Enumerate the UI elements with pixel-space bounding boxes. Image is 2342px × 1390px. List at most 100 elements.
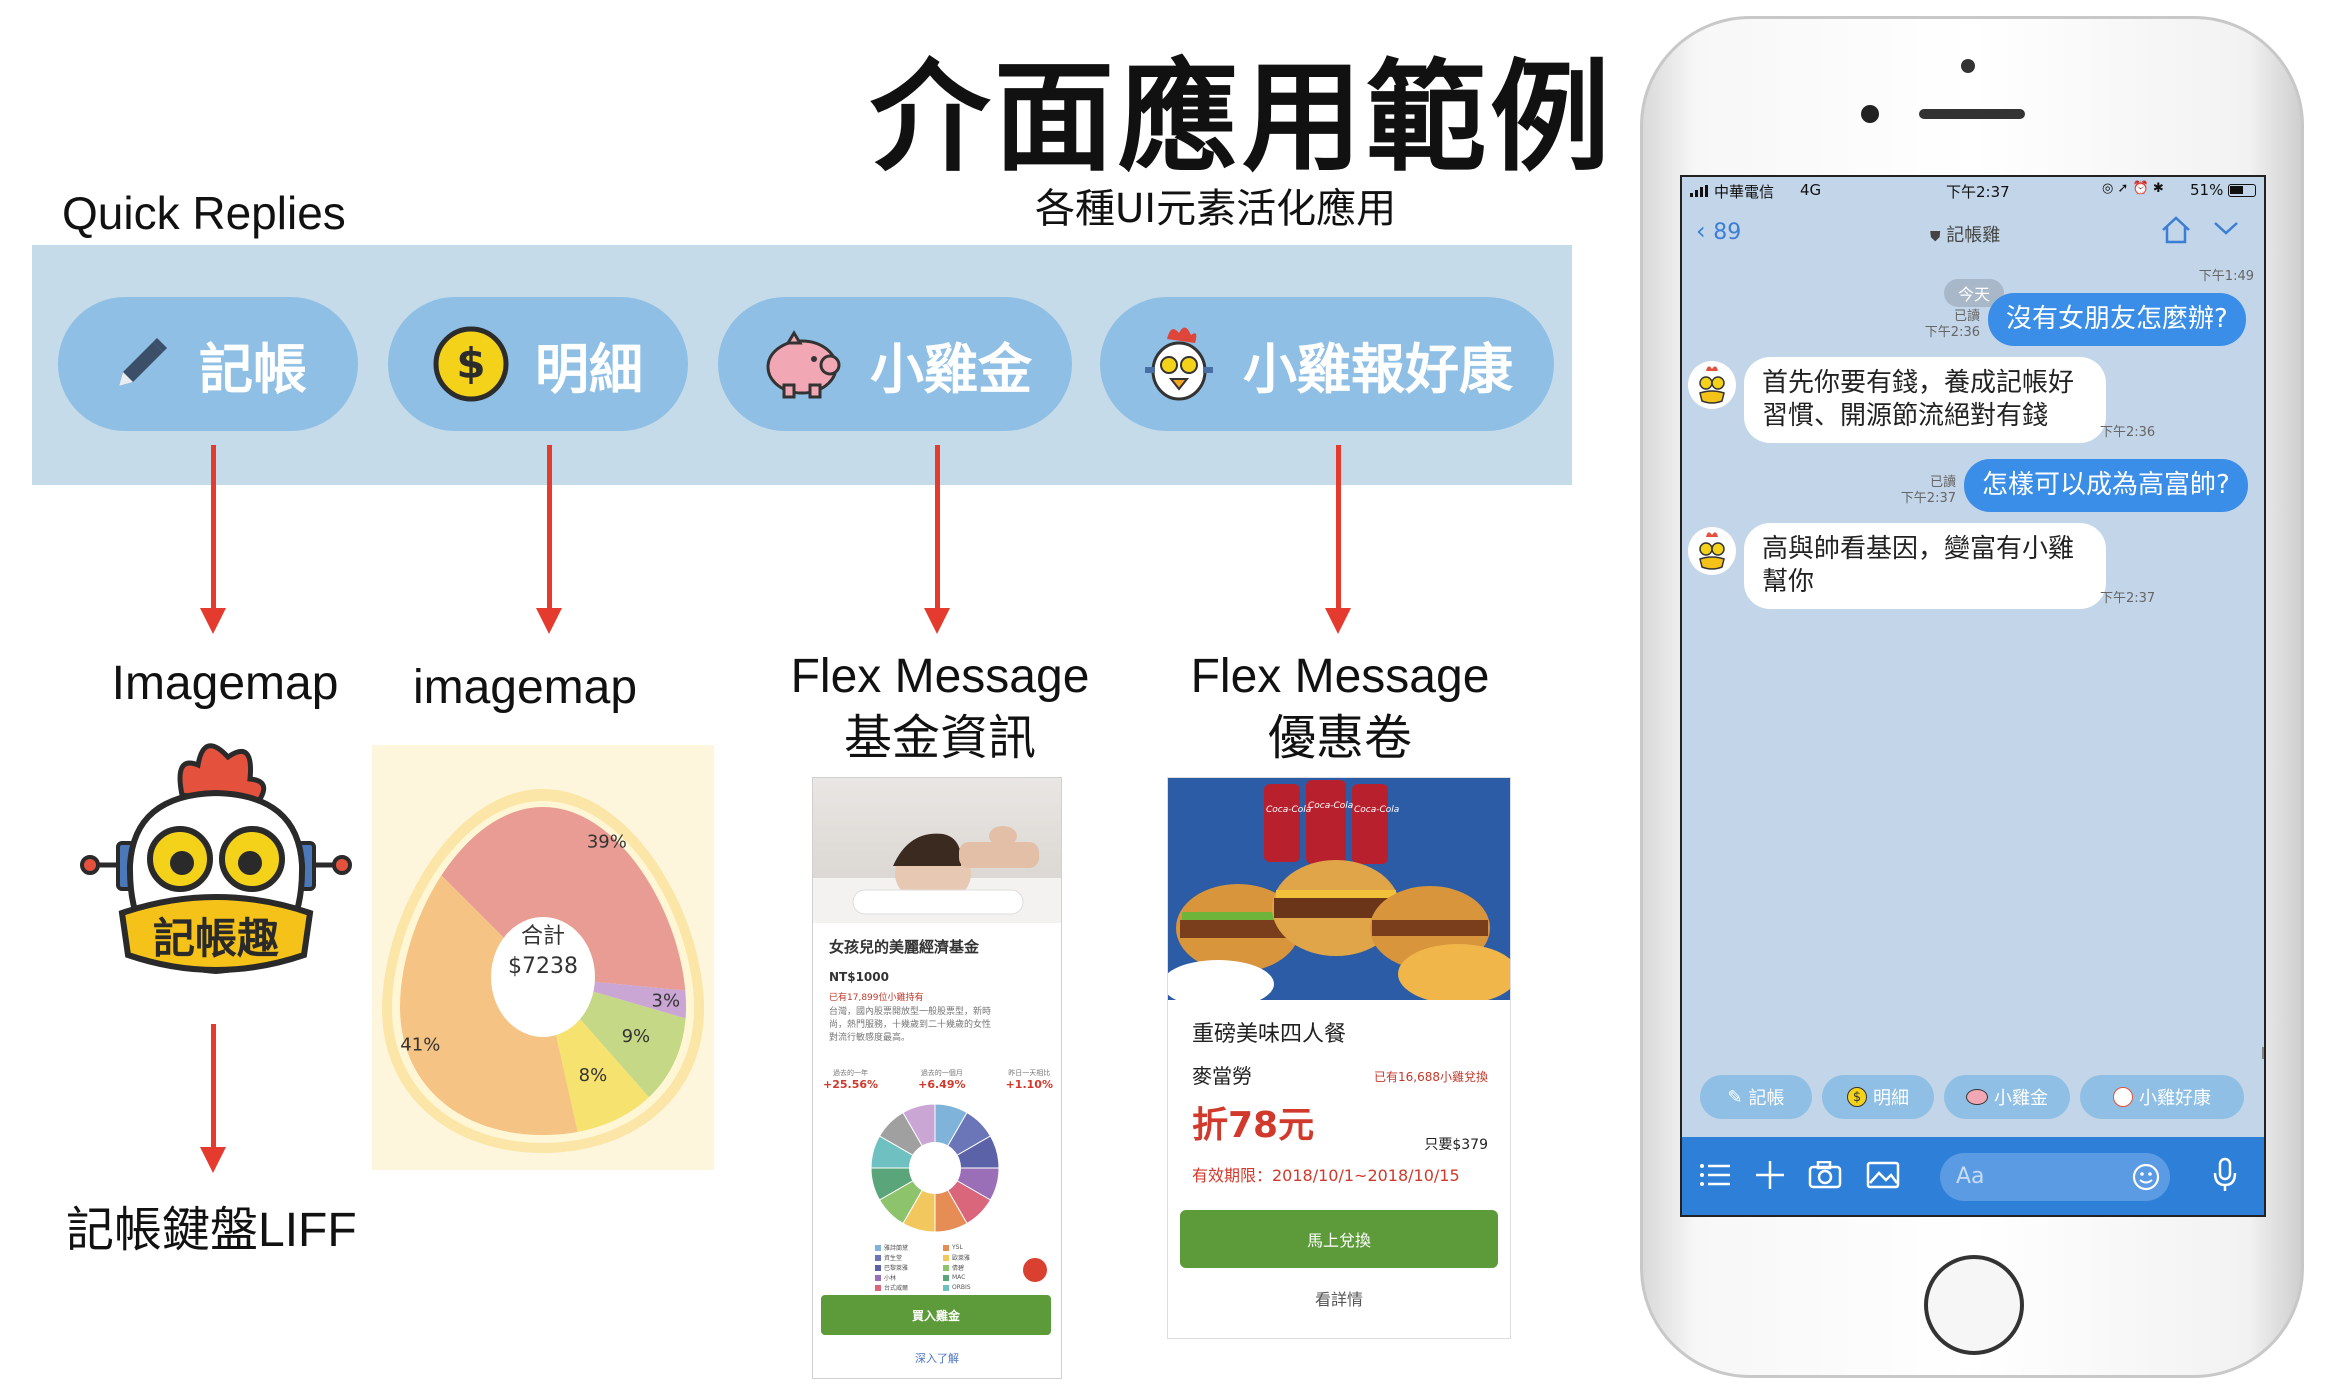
fund-stat-value: +25.56%	[823, 1078, 879, 1091]
quick-reply-label: 記帳	[1748, 1088, 1785, 1109]
redeem-button[interactable]: 馬上兌換	[1180, 1210, 1498, 1268]
fund-legend-item: MAC	[943, 1273, 1005, 1282]
bot-avatar[interactable]	[1688, 527, 1736, 575]
bot-avatar[interactable]	[1688, 361, 1736, 409]
pie-slice-label: 8%	[579, 1065, 608, 1086]
buy-fund-button[interactable]: 買入雞金	[821, 1295, 1051, 1335]
scrollbar[interactable]	[2262, 1047, 2264, 1059]
legend-text: MAC	[952, 1274, 966, 1281]
message-bubble-incoming[interactable]: 首先你要有錢，養成記帳好 習慣、開源節流絕對有錢	[1744, 357, 2106, 443]
legend-text: 雅詩蘭黛	[884, 1245, 909, 1252]
chat-nav-bar: ‹ 89 ⛊ 記帳雞	[1682, 205, 2264, 255]
fund-stat-value: +6.49%	[918, 1078, 966, 1091]
coupon-hero-image: Coca-Cola Coca-Cola Coca-Cola	[1168, 778, 1510, 1000]
image-icon[interactable]	[1866, 1161, 1900, 1193]
quick-reply-chicken-deals-button[interactable]: 小雞報好康	[1100, 297, 1554, 431]
quick-reply-chicken-deals-button[interactable]: 小雞好康	[2080, 1075, 2244, 1119]
message-input[interactable]: Aa	[1940, 1153, 2170, 1201]
fund-hero-image	[813, 778, 1061, 923]
pie-slice-label: 9%	[622, 1026, 651, 1047]
coupon-cup-brand: Coca-Cola	[1308, 801, 1353, 811]
svg-text:$: $	[456, 339, 485, 388]
fund-badge-icon	[1023, 1258, 1047, 1282]
microphone-icon[interactable]	[2212, 1157, 2238, 1197]
expense-egg-chart[interactable]: 合計 $7238 39% 3% 9% 8% 41%	[372, 745, 714, 1170]
egg-total: $7238	[508, 954, 578, 979]
phone-sensor	[1961, 59, 1975, 73]
message-line: 高與帥看基因，變富有小雞	[1762, 534, 2075, 564]
flex-label-line: 優惠卷	[1267, 712, 1412, 765]
message-line: 幫你	[1762, 567, 1815, 597]
message-bubble-outgoing[interactable]: 沒有女朋友怎麼辦?	[1988, 293, 2246, 346]
quick-reply-chicken-fund-button[interactable]: 小雞金	[718, 297, 1072, 431]
fund-flex-card[interactable]: 女孩兒的美麗經濟基金 NT$1000 已有17,899位小雞持有 台灣，國內股票…	[812, 777, 1062, 1379]
imagemap-label: imagemap	[412, 661, 638, 714]
battery-icon	[2228, 184, 2256, 197]
message-bubble-incoming[interactable]: 高與帥看基因，變富有小雞 幫你	[1744, 523, 2106, 609]
status-icons: ◎ ➚ ⏰ ✱	[2102, 181, 2164, 196]
quick-replies-bar: 記帳 $ 明細 小雞金 小雞報好康	[32, 245, 1572, 485]
fund-stat-label: 昨日一天相比	[1008, 1069, 1051, 1077]
read-receipt: 已讀	[1953, 309, 1980, 324]
emoji-icon[interactable]	[2132, 1163, 2160, 1195]
legend-swatch	[943, 1244, 949, 1251]
fund-legend-item: 巴黎萊雅	[875, 1263, 937, 1272]
quick-reply-record-button[interactable]: 記帳	[58, 297, 358, 431]
arrow-down	[536, 445, 562, 634]
fund-learn-more-link[interactable]: 深入了解	[813, 1350, 1061, 1366]
coupon-cup-brand: Coca-Cola	[1266, 805, 1311, 815]
camera-icon[interactable]	[1808, 1160, 1842, 1193]
message-time: 下午2:36	[2100, 425, 2156, 440]
quick-reply-label: 明細	[535, 337, 643, 401]
message-line: 習慣、開源節流絕對有錢	[1762, 401, 2049, 431]
coupon-detail-link[interactable]: 看詳情	[1168, 1286, 1510, 1310]
coupon-title: 重磅美味四人餐	[1192, 1022, 1347, 1047]
quick-reply-label: 小雞金	[1994, 1088, 2048, 1109]
message-bubble-outgoing[interactable]: 怎樣可以成為高富帥?	[1964, 459, 2248, 512]
message-time: 下午2:37	[1900, 491, 1956, 506]
home-icon[interactable]	[2160, 215, 2192, 249]
fund-legend-item: 小林	[875, 1273, 937, 1282]
legend-swatch	[875, 1284, 881, 1291]
fund-legend-item: 雅詩蘭黛	[875, 1243, 937, 1252]
fund-description-line: 台灣，國內股票開放型一般股票型，新時	[829, 1007, 992, 1017]
flex-label-line: 基金資訊	[843, 712, 1036, 765]
message-meta: 已讀 下午2:37	[1894, 475, 1956, 507]
arrow-down	[200, 445, 226, 634]
fund-legend-item: 歐萊雅	[943, 1253, 1005, 1262]
home-button[interactable]	[1924, 1255, 2024, 1355]
pie-slice-label: 3%	[652, 990, 681, 1011]
quick-reply-chicken-fund-button[interactable]: 小雞金	[1944, 1075, 2070, 1119]
quick-reply-detail-button[interactable]: $ 明細	[388, 297, 688, 431]
coupon-validity: 有效期限：2018/10/1~2018/10/15	[1192, 1166, 1460, 1185]
legend-text: 台式威爾	[884, 1285, 909, 1292]
back-button[interactable]: ‹ 89	[1696, 217, 1741, 245]
clock: 下午2:37	[1946, 183, 2010, 201]
coupon-flex-card[interactable]: Coca-Cola Coca-Cola Coca-Cola 重磅美味四人餐 麥當…	[1167, 777, 1511, 1339]
message-time: 下午2:36	[1924, 325, 1980, 340]
fund-donut-chart	[870, 1103, 1000, 1233]
quick-reply-label: 記帳	[199, 337, 307, 401]
message-meta: 已讀 下午2:36	[1918, 309, 1980, 341]
fund-description: 台灣，國內股票開放型一般股票型，新時 尚，熱門服務，十幾歲到二十幾歲的女性 對流…	[829, 1006, 1049, 1045]
fund-legend-item: YSL	[943, 1243, 1005, 1252]
chicken-mascot-icon	[1141, 321, 1217, 407]
phone-camera-icon	[1861, 105, 1879, 123]
fund-stat: 過去的一年 +25.56%	[823, 1068, 878, 1091]
menu-icon[interactable]	[1700, 1161, 1732, 1193]
pencil-icon: ✎	[1727, 1086, 1743, 1108]
unread-count: 89	[1713, 220, 1742, 245]
fund-description-line: 尚，熱門服務，十幾歲到二十幾歲的女性	[829, 1020, 992, 1030]
flex-fund-label: Flex Message 基金資訊	[770, 646, 1110, 770]
quick-reply-record-button[interactable]: ✎ 記帳	[1700, 1075, 1812, 1119]
quick-reply-detail-button[interactable]: $ 明細	[1822, 1075, 1934, 1119]
legend-text: 巴黎萊雅	[884, 1265, 909, 1272]
coupon-store: 麥當勞	[1192, 1064, 1252, 1088]
quick-reply-label: 小雞金	[870, 337, 1032, 401]
coupon-cup-brand: Coca-Cola	[1354, 805, 1399, 815]
chevron-down-icon[interactable]	[2212, 219, 2240, 241]
chat-input-bar: Aa	[1682, 1137, 2264, 1215]
plus-icon[interactable]	[1754, 1159, 1786, 1195]
quick-reply-label: 小雞好康	[2139, 1088, 2211, 1109]
app-logo[interactable]: 記帳趣	[78, 735, 353, 995]
